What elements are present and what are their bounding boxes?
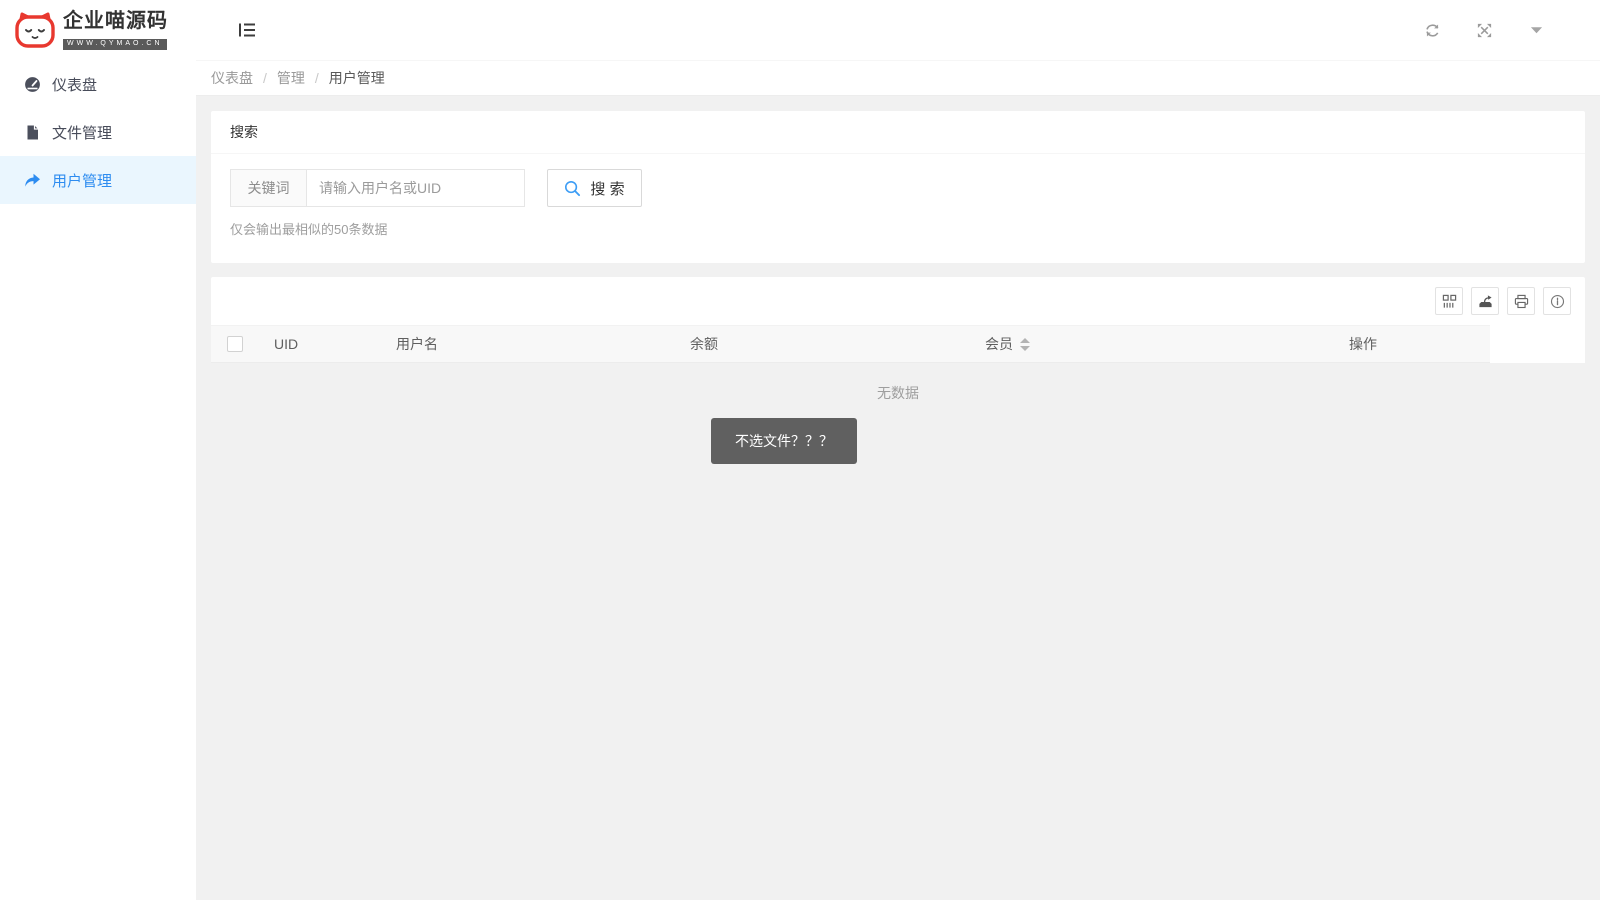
toast-message: 不选文件？？？ [711, 418, 857, 464]
export-icon[interactable] [1471, 287, 1499, 315]
brand-domain: WWW.QYMAO.CN [63, 39, 167, 50]
column-header-uid[interactable]: UID [259, 326, 381, 362]
search-icon [564, 180, 581, 197]
search-hint: 仅会输出最相似的50条数据 [230, 219, 1585, 238]
top-bar [196, 0, 1600, 60]
menu-collapse-icon[interactable] [238, 21, 256, 39]
breadcrumb-item-users: 用户管理 [329, 68, 385, 88]
table-header-filler [1490, 325, 1585, 363]
main-area: 仪表盘 / 管理 / 用户管理 搜索 关键词 搜 索 [196, 0, 1600, 900]
columns-icon[interactable] [1435, 287, 1463, 315]
breadcrumb: 仪表盘 / 管理 / 用户管理 [196, 60, 1600, 96]
dashboard-icon [24, 76, 41, 93]
table-empty-text: 无数据 [211, 383, 1585, 403]
file-icon [24, 124, 41, 141]
brand-name: 企业喵源码 [63, 10, 168, 32]
fullscreen-icon[interactable] [1475, 21, 1493, 39]
select-all-checkbox[interactable] [227, 336, 243, 352]
select-all-cell [211, 326, 259, 362]
sidebar-menu: 仪表盘 文件管理 用户管理 [0, 60, 196, 204]
user-table: UID 用户名 余额 会员 操作 [211, 277, 1585, 363]
share-icon [24, 172, 41, 189]
table-toolbar [211, 277, 1585, 325]
sort-desc-icon[interactable] [1020, 346, 1030, 351]
keyword-input[interactable] [307, 169, 525, 207]
info-icon[interactable] [1543, 287, 1571, 315]
table-header-row: UID 用户名 余额 会员 操作 [211, 325, 1585, 363]
breadcrumb-separator: / [263, 70, 267, 86]
column-header-vip-label: 会员 [985, 326, 1013, 362]
breadcrumb-item-dashboard[interactable]: 仪表盘 [211, 68, 253, 88]
search-button-label: 搜 索 [590, 178, 624, 199]
column-header-username[interactable]: 用户名 [381, 326, 675, 362]
sidebar-item-dashboard[interactable]: 仪表盘 [0, 60, 196, 108]
column-header-balance[interactable]: 余额 [675, 326, 970, 362]
sidebar-item-label: 文件管理 [52, 122, 112, 143]
sidebar-item-label: 用户管理 [52, 170, 112, 191]
print-icon[interactable] [1507, 287, 1535, 315]
column-header-actions: 操作 [1334, 326, 1490, 362]
keyword-label: 关键词 [230, 169, 307, 207]
page-content: 搜索 关键词 搜 索 仅会输出最相似的50条数据 [196, 96, 1600, 900]
sidebar-item-files[interactable]: 文件管理 [0, 108, 196, 156]
search-panel-title: 搜索 [211, 111, 1585, 154]
refresh-icon[interactable] [1423, 21, 1441, 39]
sort-asc-icon[interactable] [1020, 338, 1030, 343]
caret-down-icon[interactable] [1527, 21, 1545, 39]
sort-icons[interactable] [1020, 338, 1030, 351]
cat-logo-icon [13, 10, 57, 50]
search-panel: 搜索 关键词 搜 索 仅会输出最相似的50条数据 [211, 111, 1585, 263]
sidebar-item-users[interactable]: 用户管理 [0, 156, 196, 204]
brand-logo[interactable]: 企业喵源码 WWW.QYMAO.CN [0, 0, 196, 60]
sidebar: 企业喵源码 WWW.QYMAO.CN 仪表盘 文件管理 [0, 0, 196, 900]
breadcrumb-item-manage[interactable]: 管理 [277, 68, 305, 88]
sidebar-item-label: 仪表盘 [52, 74, 97, 95]
breadcrumb-separator: / [315, 70, 319, 86]
column-header-vip[interactable]: 会员 [970, 326, 1334, 362]
search-button[interactable]: 搜 索 [547, 169, 642, 207]
